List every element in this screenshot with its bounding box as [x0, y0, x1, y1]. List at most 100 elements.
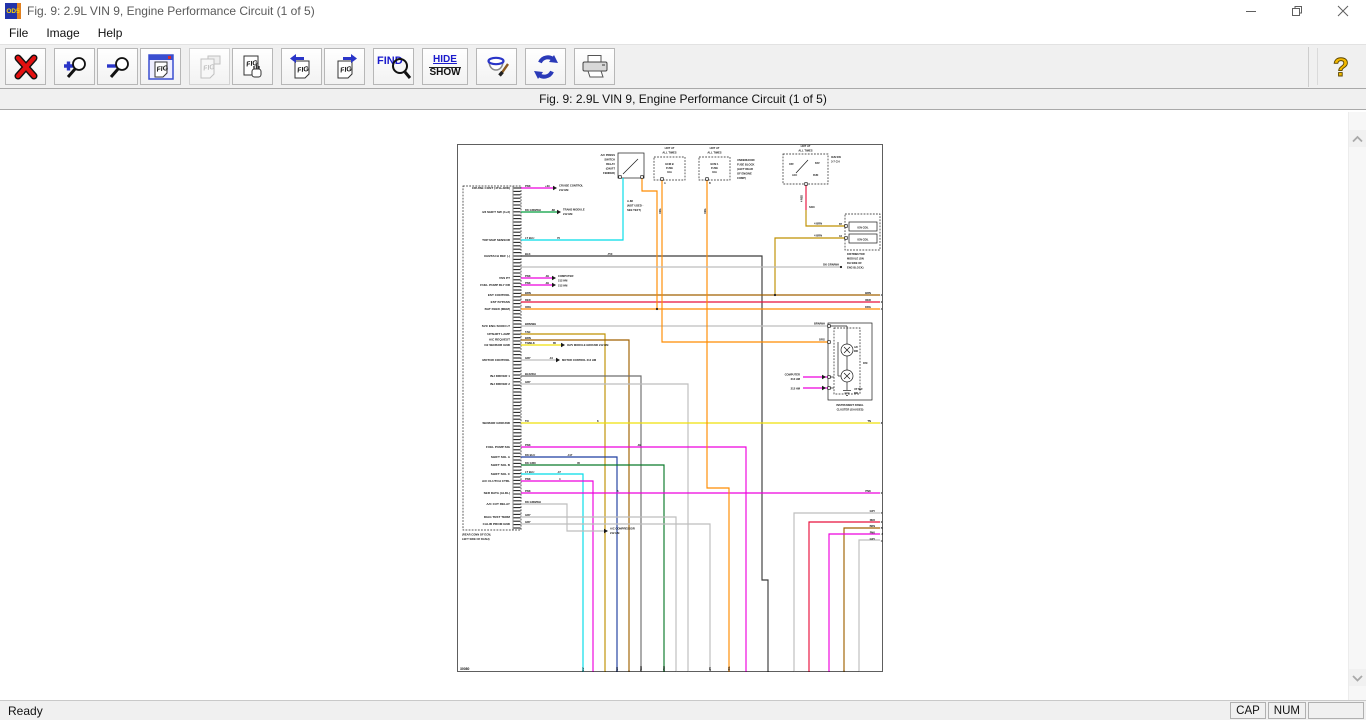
svg-text:C2: C2 [839, 235, 843, 238]
title-bar: OD5 Fig. 9: 2.9L VIN 9, Engine Performan… [0, 0, 1366, 22]
svg-text:DK BLU: DK BLU [616, 667, 619, 672]
svg-text:TN/BLK: TN/BLK [525, 341, 535, 345]
svg-text:-750: -750 [607, 252, 613, 256]
svg-text:ECM B: ECM B [665, 162, 673, 166]
svg-text:ICM: ICM [863, 362, 867, 365]
fit-window-button[interactable]: FIG [140, 48, 181, 85]
svg-text:ALL TIMES: ALL TIMES [798, 149, 812, 153]
svg-text:ORG: ORG [704, 208, 707, 214]
help-button[interactable]: ? [1317, 48, 1366, 85]
svg-text:DK BLU: DK BLU [525, 453, 535, 457]
svg-text:ALL TIMES: ALL TIMES [707, 151, 721, 155]
svg-text:FUSE: FUSE [711, 166, 718, 170]
svg-text:INJ DRIVER 1: INJ DRIVER 1 [490, 374, 510, 378]
svg-text:EST CONTROL: EST CONTROL [488, 293, 510, 297]
svg-text:TOP MAP SENSOR: TOP MAP SENSOR [482, 238, 511, 242]
figure-caption: Fig. 9: 2.9L VIN 9, Engine Performance C… [0, 88, 1366, 110]
scrollbar[interactable] [1348, 112, 1366, 700]
close-icon [1337, 5, 1349, 17]
svg-text:BLK: BLK [525, 252, 531, 256]
zoom-in-button[interactable] [54, 48, 95, 85]
minimize-button[interactable] [1228, 0, 1274, 22]
figure-hand-icon: FIG [239, 53, 267, 81]
svg-text:IGN COIL: IGN COIL [857, 238, 869, 241]
svg-text:SVC ENG SOON LT: SVC ENG SOON LT [482, 324, 510, 328]
refresh-button[interactable] [525, 48, 566, 85]
svg-text:PNK: PNK [525, 443, 531, 447]
svg-text:35: 35 [577, 461, 580, 465]
show-label: SHOW [429, 68, 460, 79]
svg-text:-39: -39 [545, 274, 549, 278]
find-button[interactable]: FIND [373, 48, 414, 85]
svg-text:A/C PRESS: A/C PRESS [601, 153, 616, 157]
svg-text:A/C: A/C [854, 346, 858, 349]
svg-text:HOT AT: HOT AT [665, 146, 675, 150]
svg-text:212 HM: 212 HM [559, 188, 569, 192]
hide-show-button[interactable]: HIDE SHOW [422, 48, 468, 85]
toolbar-separator [415, 48, 421, 85]
svg-text:CRUISE CONT (4TH+3RD): CRUISE CONT (4TH+3RD) [472, 186, 510, 190]
svg-text:COMPUTER: COMPUTER [785, 373, 800, 377]
menu-item-help[interactable]: Help [89, 23, 132, 43]
svg-text:LT BLU: LT BLU [582, 667, 585, 672]
svg-text:UPSHIFT LAMP: UPSHIFT LAMP [487, 332, 510, 336]
previous-figure-button[interactable]: FIG [281, 48, 322, 85]
svg-text:HOT AT: HOT AT [801, 144, 811, 148]
find-label: FIND [377, 55, 403, 67]
minimize-icon [1245, 5, 1257, 17]
pan-figure-button[interactable]: FIG [232, 48, 273, 85]
svg-text:RH SIDE OF: RH SIDE OF [847, 261, 862, 265]
scroll-up-button[interactable] [1349, 130, 1366, 147]
figure-prev-icon: FIG [288, 53, 316, 81]
svg-text:IGN SW: IGN SW [831, 155, 841, 159]
svg-text:SHIFT SOL A: SHIFT SOL A [491, 455, 511, 459]
svg-text:PNK: PNK [870, 532, 875, 535]
svg-text:ECM 1: ECM 1 [711, 162, 719, 166]
highlight-button[interactable] [476, 48, 517, 85]
toolbar-right-separator [1308, 47, 1309, 87]
svg-text:BRN: BRN [870, 525, 876, 528]
svg-text:PNK: PNK [525, 477, 531, 481]
diagram-viewport[interactable]: CRUISE CONT (4TH+3RD) 4/3 SHIFT SW (4+3) T… [0, 110, 1366, 700]
svg-text:SEE TEXT): SEE TEXT) [627, 208, 641, 212]
svg-text:4: 4 [559, 477, 561, 481]
next-figure-button[interactable]: FIG [324, 48, 365, 85]
svg-text:TN: TN [867, 419, 871, 423]
svg-text:212 HM: 212 HM [563, 212, 573, 216]
print-button[interactable] [574, 48, 615, 85]
menu-bar: File Image Help [0, 22, 1366, 44]
svg-text:LEFT SIDE OF DASH): LEFT SIDE OF DASH) [462, 537, 490, 541]
svg-text:10A: 10A [667, 170, 672, 174]
svg-text:-47: -47 [557, 470, 561, 474]
svg-text:DK GRN/WH: DK GRN/WH [525, 500, 541, 504]
svg-text:GRY: GRY [709, 667, 712, 672]
svg-text:TRANS MODULE: TRANS MODULE [563, 208, 585, 212]
svg-text:(NOT USED -: (NOT USED - [627, 204, 644, 208]
svg-text:4/3 SHIFT SW (4+3): 4/3 SHIFT SW (4+3) [482, 210, 510, 214]
svg-text:LT BLU: LT BLU [525, 236, 534, 240]
svg-text:-417: -417 [567, 453, 573, 457]
svg-text:C: C [881, 540, 883, 543]
svg-text:OFF: OFF [789, 163, 794, 166]
caps-indicator: CAP [1230, 702, 1266, 719]
svg-text:SHIFT SOL C: SHIFT SOL C [491, 472, 511, 476]
menu-item-file[interactable]: File [0, 23, 37, 43]
svg-text:212 HM: 212 HM [610, 531, 620, 535]
svg-text:3-7 CH: 3-7 CH [831, 160, 840, 164]
svg-text:+39: +39 [545, 184, 550, 188]
close-button[interactable] [1320, 0, 1366, 22]
close-figure-button[interactable] [5, 48, 46, 85]
svg-text:GRY: GRY [525, 380, 531, 384]
hide-label: HIDE [429, 55, 460, 68]
svg-text:DK GRN/WH: DK GRN/WH [823, 263, 839, 267]
scroll-down-button[interactable] [1349, 669, 1366, 686]
paint-bucket-icon [483, 53, 511, 81]
menu-item-image[interactable]: Image [37, 23, 88, 43]
svg-text:212 HM: 212 HM [791, 377, 801, 381]
svg-text:CLUSTER (GAUGES): CLUSTER (GAUGES) [837, 408, 864, 412]
svg-text:BRN: BRN [525, 291, 531, 295]
printer-icon [580, 53, 610, 81]
zoom-out-button[interactable] [97, 48, 138, 85]
maximize-button[interactable] [1274, 0, 1320, 22]
svg-text:8: 8 [597, 419, 599, 423]
